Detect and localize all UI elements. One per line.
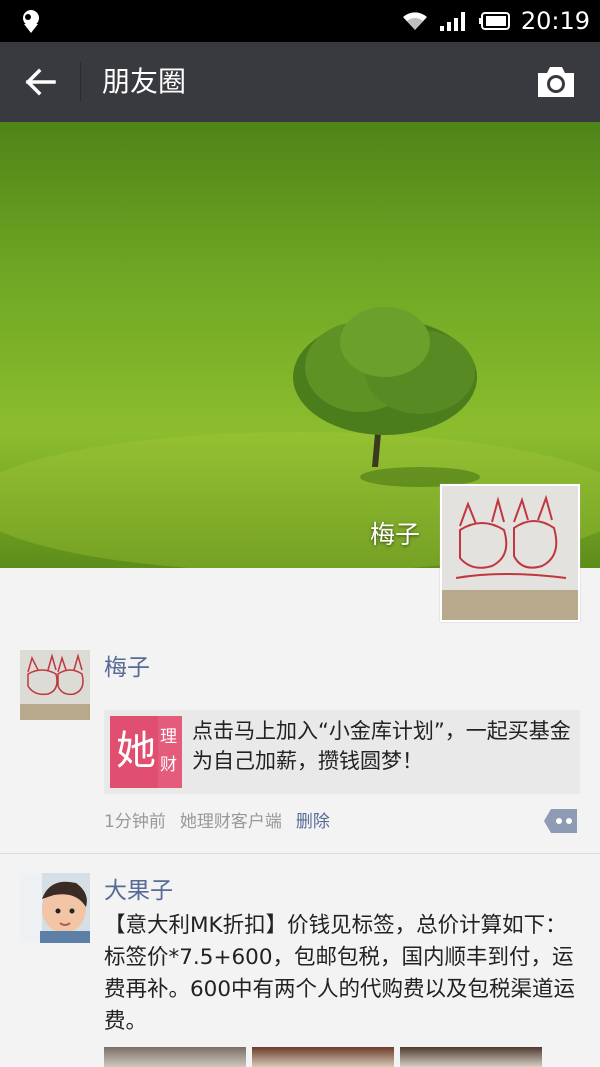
child-photo-image [20,873,90,943]
cover-user-name: 梅子 [369,520,420,549]
post-meta: 1分钟前 她理财客户端 删除 [104,809,330,835]
cats-drawing-image [442,486,578,620]
share-thumb-char-2: 财 [160,755,177,775]
page-title: 朋友圈 [102,65,187,98]
share-thumbnail: 她 理 财 [110,716,182,788]
post-image-thumb[interactable] [400,1047,542,1067]
post-image-thumb[interactable] [104,1047,246,1067]
title-bar: 朋友圈 [0,42,600,122]
avatar[interactable] [20,650,90,720]
post-divider [0,853,600,854]
share-thumb-char-main: 她 [116,728,156,774]
share-thumb-char-1: 理 [160,727,177,747]
status-time: 20:19 [520,7,590,35]
post-source: 她理财客户端 [179,812,282,832]
cover-avatar[interactable] [440,484,580,622]
comment-button[interactable] [543,806,579,836]
title-divider [80,62,81,102]
back-button[interactable] [18,62,62,102]
camera-button[interactable] [534,62,578,102]
cats-drawing-image [20,650,90,720]
post-time: 1分钟前 [104,812,166,832]
delete-link[interactable]: 删除 [296,812,330,832]
avatar[interactable] [20,873,90,943]
comment-icon [544,809,577,833]
arrow-left-icon [25,68,56,96]
share-text: 点击马上加入“小金库计划”，一起买基金为自己加薪，攒钱圆梦！ [192,719,571,773]
notification-icon [23,10,39,33]
post-image-thumb[interactable] [252,1047,394,1067]
status-bar: 20:19 [0,0,600,42]
battery-icon [478,12,510,30]
wifi-icon [402,12,427,30]
shared-link-card[interactable]: 她 理 财 点击马上加入“小金库计划”，一起买基金为自己加薪，攒钱圆梦！ [104,710,580,794]
camera-icon [538,67,574,97]
post-author-name[interactable]: 梅子 [104,652,150,684]
post-text: 【意大利MK折扣】价钱见标签，总价计算如下：标签价*7.5+600，包邮包税，国… [104,913,576,1034]
signal-icon [439,12,465,31]
post-author-name[interactable]: 大果子 [104,875,173,907]
